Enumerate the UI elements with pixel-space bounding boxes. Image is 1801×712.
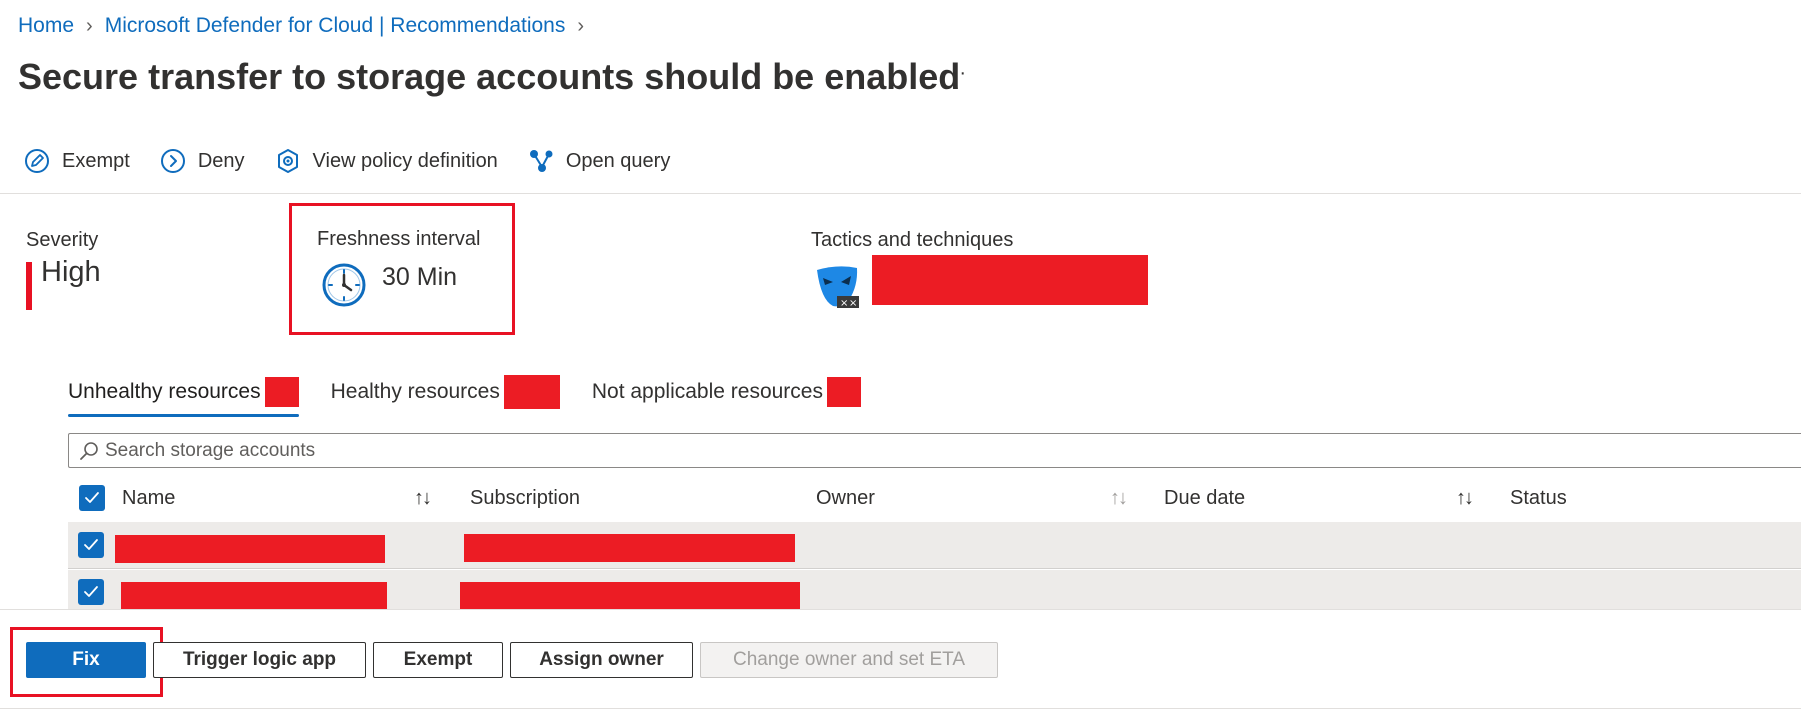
toolbar-divider xyxy=(0,193,1801,194)
freshness-value: 30 Min xyxy=(382,263,458,291)
view-policy-command-label: View policy definition xyxy=(312,149,498,172)
command-bar: Exempt Deny View policy definition Open … xyxy=(24,148,670,174)
assign-owner-button[interactable]: Assign owner xyxy=(510,642,693,678)
chevron-right-icon: › xyxy=(577,14,585,37)
tab-unhealthy-label: Unhealthy resources xyxy=(68,380,261,403)
tab-not-applicable-resources[interactable]: Not applicable resources xyxy=(592,372,861,412)
checkmark-icon xyxy=(84,539,98,550)
tactics-mask-icon: × × xyxy=(817,266,859,309)
open-query-command-label: Open query xyxy=(565,149,671,172)
chevron-circle-icon xyxy=(160,149,185,173)
edit-circle-icon xyxy=(25,149,49,173)
deny-command[interactable]: Deny xyxy=(160,148,245,174)
tab-not-applicable-count-redacted xyxy=(826,377,861,407)
row-subscription-redacted xyxy=(464,534,795,562)
tab-healthy-count-redacted xyxy=(503,375,560,409)
exempt-command[interactable]: Exempt xyxy=(24,148,130,174)
row-checkbox[interactable] xyxy=(78,579,104,605)
query-graph-icon xyxy=(529,150,553,172)
svg-text:×: × xyxy=(849,298,857,309)
svg-text:×: × xyxy=(840,298,848,309)
row-name-redacted xyxy=(121,582,387,610)
view-policy-command[interactable]: View policy definition xyxy=(275,148,498,174)
tab-not-applicable-label: Not applicable resources xyxy=(591,380,823,403)
more-options-button[interactable]: ··· xyxy=(942,62,968,85)
search-icon xyxy=(80,441,98,460)
breadcrumb: Home › Microsoft Defender for Cloud | Re… xyxy=(18,14,596,38)
freshness-label: Freshness interval xyxy=(317,228,481,250)
tactics-label: Tactics and techniques xyxy=(811,229,1014,251)
tab-healthy-resources[interactable]: Healthy resources xyxy=(331,372,560,412)
severity-indicator xyxy=(26,262,32,310)
column-header-due-date[interactable]: Due date xyxy=(1164,482,1245,514)
sort-owner-icon[interactable]: ↑↓ xyxy=(1110,482,1128,514)
deny-command-label: Deny xyxy=(197,149,245,172)
row-subscription-redacted xyxy=(460,582,800,610)
fix-button[interactable]: Fix xyxy=(26,642,146,678)
severity-value: High xyxy=(41,256,101,288)
exempt-command-label: Exempt xyxy=(62,149,130,172)
sort-due-date-icon[interactable]: ↑↓ xyxy=(1456,482,1474,514)
checkmark-icon xyxy=(84,586,98,597)
row-checkbox[interactable] xyxy=(78,532,104,558)
tactics-value-redacted xyxy=(872,255,1148,305)
search-input[interactable] xyxy=(105,439,1705,462)
policy-gear-icon xyxy=(277,149,298,173)
tab-unhealthy-resources[interactable]: Unhealthy resources xyxy=(68,372,299,417)
exempt-button[interactable]: Exempt xyxy=(373,642,503,678)
search-box[interactable] xyxy=(68,433,1801,468)
breadcrumb-recommendations[interactable]: Microsoft Defender for Cloud | Recommend… xyxy=(105,14,566,38)
open-query-command[interactable]: Open query xyxy=(528,148,671,174)
tab-unhealthy-count-redacted xyxy=(264,377,299,407)
column-header-owner[interactable]: Owner xyxy=(816,482,875,514)
resource-tabs: Unhealthy resources Healthy resources No… xyxy=(68,372,893,417)
change-owner-eta-button: Change owner and set ETA xyxy=(700,642,998,678)
sort-name-icon[interactable]: ↑↓ xyxy=(414,482,432,514)
column-header-name[interactable]: Name xyxy=(122,482,175,514)
trigger-logic-app-button[interactable]: Trigger logic app xyxy=(153,642,366,678)
bottom-divider xyxy=(0,708,1801,709)
chevron-right-icon: › xyxy=(86,14,93,37)
tab-healthy-label: Healthy resources xyxy=(330,380,500,403)
severity-label: Severity xyxy=(26,229,99,251)
column-header-subscription[interactable]: Subscription xyxy=(470,482,580,514)
action-bar-divider xyxy=(0,609,1801,610)
select-all-checkbox[interactable] xyxy=(79,485,105,511)
select-all-checkbox-cell xyxy=(79,482,105,514)
clock-icon xyxy=(322,263,366,307)
page-title: Secure transfer to storage accounts shou… xyxy=(18,56,961,97)
breadcrumb-home[interactable]: Home xyxy=(18,14,74,38)
row-name-redacted xyxy=(115,535,385,563)
column-header-status[interactable]: Status xyxy=(1510,482,1567,514)
checkmark-icon xyxy=(85,492,99,503)
